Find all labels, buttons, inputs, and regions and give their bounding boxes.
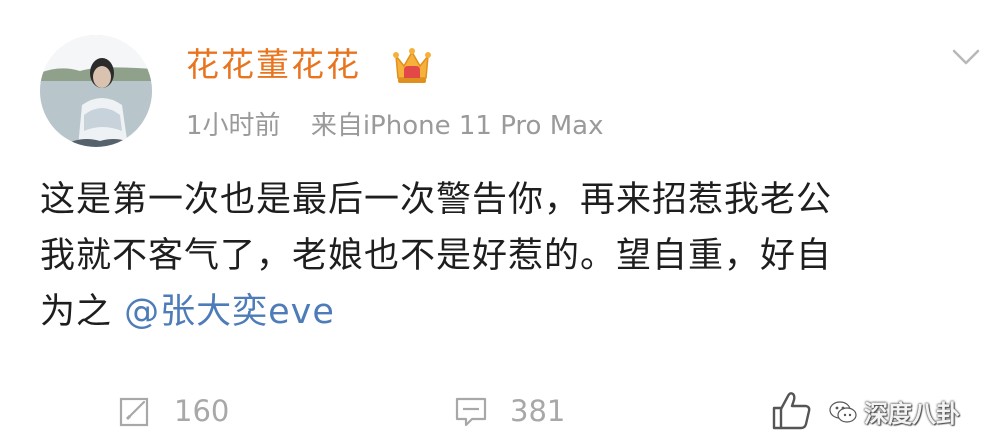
repost-button[interactable]: 160	[118, 388, 229, 434]
comment-count: 381	[510, 394, 566, 428]
post-text-line-content: 为之	[40, 292, 125, 332]
repost-count: 160	[174, 394, 230, 428]
post-text-line: 这是第一次也是最后一次警告你，再来招惹我老公	[40, 180, 833, 220]
watermark: 深度八卦	[828, 394, 960, 429]
chevron-down-icon[interactable]	[950, 45, 982, 69]
post-meta: 1小时前 来自iPhone 11 Pro Max	[186, 108, 603, 144]
avatar[interactable]	[40, 35, 152, 147]
watermark-text: 深度八卦	[864, 400, 960, 428]
vip-crown-icon[interactable]	[390, 44, 434, 88]
post-time: 1小时前	[186, 111, 281, 141]
comment-button[interactable]: 381	[454, 388, 565, 434]
post-footer: 160 381 深度八卦	[0, 388, 986, 444]
post-source: 来自iPhone 11 Pro Max	[310, 111, 604, 141]
wechat-icon	[829, 400, 857, 423]
post-text-line: 我就不客气了，老娘也不是好惹的。望自重，好自	[40, 228, 970, 284]
avatar-image	[40, 35, 152, 147]
repost-icon	[119, 397, 149, 427]
post-text-line-content: 我就不客气了，老娘也不是好惹的。望自重，好自	[40, 236, 833, 276]
post-text-line: 为之 @张大奕eve	[40, 284, 970, 340]
post-content: 这是第一次也是最后一次警告你，再来招惹我老公 我就不客气了，老娘也不是好惹的。望…	[40, 172, 970, 340]
mention-link[interactable]: @张大奕eve	[124, 292, 335, 332]
comment-icon	[455, 397, 487, 427]
like-icon[interactable]	[770, 388, 814, 432]
author-name[interactable]: 花花董花花	[186, 45, 361, 85]
